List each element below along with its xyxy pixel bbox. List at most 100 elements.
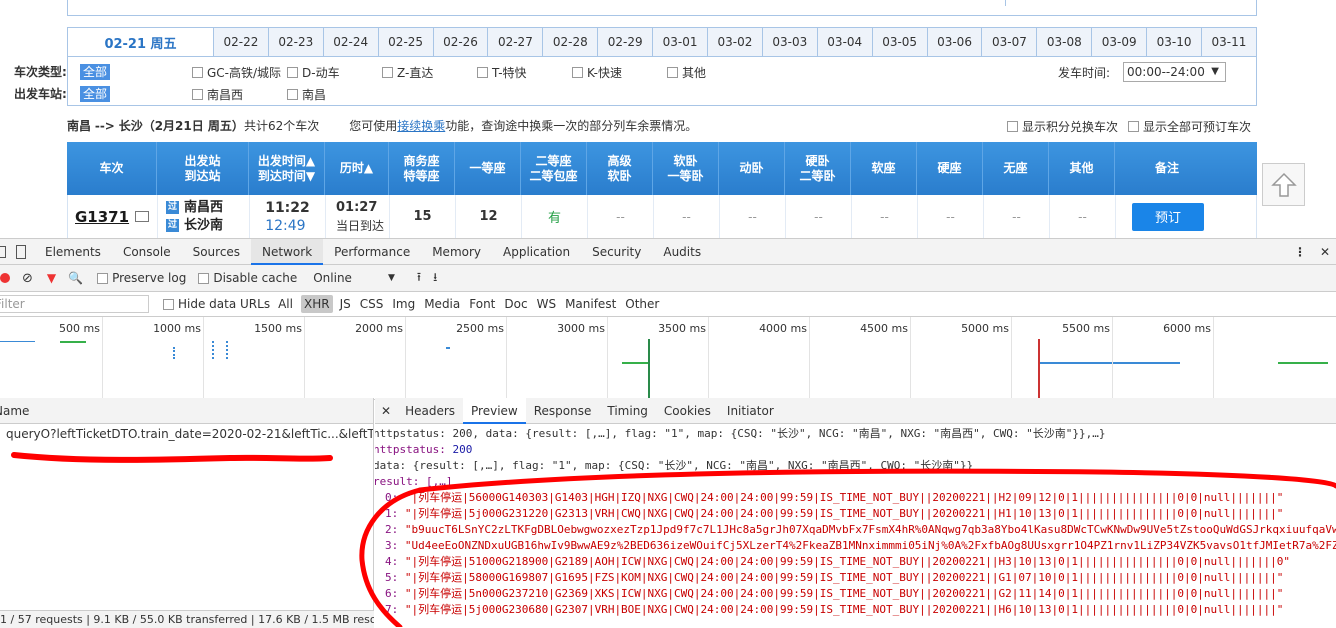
checkbox[interactable]: [477, 67, 488, 78]
date-tab[interactable]: 02-29: [598, 28, 654, 56]
device-icon[interactable]: [16, 244, 26, 259]
date-tab[interactable]: 02-25: [378, 28, 434, 56]
tab-performance[interactable]: Performance: [323, 239, 421, 265]
train-no-link[interactable]: G1371: [75, 208, 129, 226]
type-filter-all[interactable]: All: [278, 297, 293, 311]
tab-memory[interactable]: Memory: [421, 239, 492, 265]
depart-time-select[interactable]: 00:00--24:00 ▼: [1123, 62, 1226, 82]
date-tab[interactable]: 03-03: [762, 28, 818, 56]
business-seat[interactable]: 15: [390, 195, 456, 238]
train-type-all-button[interactable]: 全部: [80, 63, 111, 80]
checkbox[interactable]: [382, 67, 393, 78]
type-filter-font[interactable]: Font: [469, 297, 495, 311]
date-tab[interactable]: 03-07: [982, 28, 1038, 56]
tab-network[interactable]: Network: [251, 238, 324, 265]
disable-cache-checkbox[interactable]: [198, 272, 210, 284]
inspect-icon[interactable]: [0, 245, 6, 258]
date-tab[interactable]: 03-01: [653, 28, 709, 56]
train-type-option[interactable]: GC-高铁/城际: [192, 64, 281, 81]
first-class-seat[interactable]: 12: [456, 195, 522, 238]
tab-headers[interactable]: Headers: [397, 398, 463, 424]
checkbox[interactable]: [572, 67, 583, 78]
type-filter-xhr[interactable]: XHR: [300, 295, 333, 313]
result-item[interactable]: 2: "b9uucT6LSnYC2zLTKFgDBLOebwgwozxezTzp…: [375, 522, 1336, 538]
type-filter-css[interactable]: CSS: [360, 297, 384, 311]
export-icon[interactable]: ⭳: [433, 268, 437, 289]
date-tab[interactable]: 03-08: [1037, 28, 1093, 56]
scroll-top-button[interactable]: [1262, 163, 1305, 206]
record-icon[interactable]: [0, 273, 10, 283]
date-tab-current[interactable]: 02-21 周五: [68, 28, 214, 56]
preview-data[interactable]: data: {result: [,…], flag: "1", map: {CS…: [375, 458, 1336, 474]
checkbox[interactable]: [192, 67, 203, 78]
checkbox[interactable]: [192, 89, 203, 100]
type-filter-media[interactable]: Media: [424, 297, 460, 311]
date-tab[interactable]: 02-23: [268, 28, 324, 56]
preview-root[interactable]: httpstatus: 200, data: {result: [,…], fl…: [375, 426, 1336, 442]
result-item[interactable]: 6: "|列车停运|5n000G237210|G2369|XKS|ICW|NXG…: [375, 586, 1336, 602]
filter-icon[interactable]: ▼: [47, 271, 56, 285]
train-type-option[interactable]: K-快速: [572, 64, 622, 81]
more-menu-icon[interactable]: ⋮: [1294, 245, 1306, 259]
date-tab[interactable]: 03-11: [1202, 28, 1256, 56]
train-detail-icon[interactable]: [135, 211, 150, 222]
tab-response[interactable]: Response: [526, 398, 600, 424]
hide-data-urls-checkbox[interactable]: [163, 298, 174, 310]
bookable-option[interactable]: 显示全部可预订车次: [1128, 118, 1251, 135]
date-tab[interactable]: 03-04: [817, 28, 873, 56]
tab-elements[interactable]: Elements: [34, 239, 112, 265]
close-icon[interactable]: ✕: [381, 404, 391, 418]
result-item[interactable]: 7: "|列车停运|5j000G230680|G2307|VRH|BOE|NXG…: [375, 602, 1336, 618]
type-filter-manifest[interactable]: Manifest: [565, 297, 616, 311]
train-type-option[interactable]: D-动车: [287, 64, 340, 81]
result-item[interactable]: 3: "Ud4eeEoONZNDxuUGB16hwIv9BwwAE9z%2BED…: [375, 538, 1336, 554]
throttle-select[interactable]: Online: [313, 271, 352, 285]
tab-timing[interactable]: Timing: [599, 398, 656, 424]
station-option[interactable]: 南昌: [287, 86, 326, 103]
result-item[interactable]: 1: "|列车停运|5j000G231220|G2313|VRH|CWQ|NXG…: [375, 506, 1336, 522]
type-filter-img[interactable]: Img: [392, 297, 415, 311]
tab-application[interactable]: Application: [492, 239, 581, 265]
points-option[interactable]: 显示积分兑换车次: [1007, 118, 1118, 135]
request-row[interactable]: queryO?leftTicketDTO.train_date=2020-02-…: [0, 424, 373, 444]
tab-audits[interactable]: Audits: [652, 239, 712, 265]
station-option[interactable]: 南昌西: [192, 86, 243, 103]
date-tab[interactable]: 03-09: [1092, 28, 1148, 56]
date-tab[interactable]: 02-26: [433, 28, 489, 56]
tab-cookies[interactable]: Cookies: [656, 398, 719, 424]
date-tab[interactable]: 02-22: [214, 28, 269, 56]
type-filter-js[interactable]: JS: [340, 297, 351, 311]
close-icon[interactable]: ✕: [1320, 245, 1330, 259]
transfer-link[interactable]: 接续换乘: [397, 117, 445, 134]
date-tab[interactable]: 03-10: [1147, 28, 1203, 56]
tab-security[interactable]: Security: [581, 239, 652, 265]
tab-sources[interactable]: Sources: [182, 239, 251, 265]
clear-icon[interactable]: ⊘: [22, 271, 33, 286]
filter-input[interactable]: Filter: [0, 295, 149, 313]
name-column-header[interactable]: Name: [0, 398, 373, 424]
result-item[interactable]: 4: "|列车停运|51000G218900|G2189|AOH|ICW|NXG…: [375, 554, 1336, 570]
date-tab[interactable]: 02-28: [543, 28, 599, 56]
result-item[interactable]: 0: "|列车停运|56000G140303|G1403|HGH|IZQ|NXG…: [375, 490, 1336, 506]
train-type-option[interactable]: Z-直达: [382, 64, 433, 81]
date-tab[interactable]: 03-05: [872, 28, 928, 56]
column-header[interactable]: 出发时间▲ 到达时间▼: [249, 142, 325, 195]
preserve-log-checkbox[interactable]: [97, 272, 109, 284]
checkbox[interactable]: [287, 89, 298, 100]
checkbox[interactable]: [1007, 121, 1018, 132]
network-timeline[interactable]: 500 ms 1000 ms 1500 ms 2000 ms 2500 ms 3000 m…: [0, 317, 1336, 400]
date-tab[interactable]: 03-06: [927, 28, 983, 56]
type-filter-other[interactable]: Other: [625, 297, 659, 311]
tab-initiator[interactable]: Initiator: [719, 398, 782, 424]
train-type-option[interactable]: T-特快: [477, 64, 527, 81]
date-tab[interactable]: 02-27: [488, 28, 544, 56]
import-icon[interactable]: ⭱: [417, 268, 421, 289]
json-preview[interactable]: httpstatus: 200, data: {result: [,…], fl…: [375, 424, 1336, 618]
result-item[interactable]: 5: "|列车停运|58000G169807|G1695|FZS|KOM|NXG…: [375, 570, 1336, 586]
preview-result[interactable]: result: [,…]: [375, 474, 1336, 490]
checkbox[interactable]: [287, 67, 298, 78]
train-type-option[interactable]: 其他: [667, 64, 706, 81]
tab-preview[interactable]: Preview: [463, 397, 526, 424]
type-filter-ws[interactable]: WS: [537, 297, 556, 311]
search-icon[interactable]: 🔍: [68, 271, 83, 285]
